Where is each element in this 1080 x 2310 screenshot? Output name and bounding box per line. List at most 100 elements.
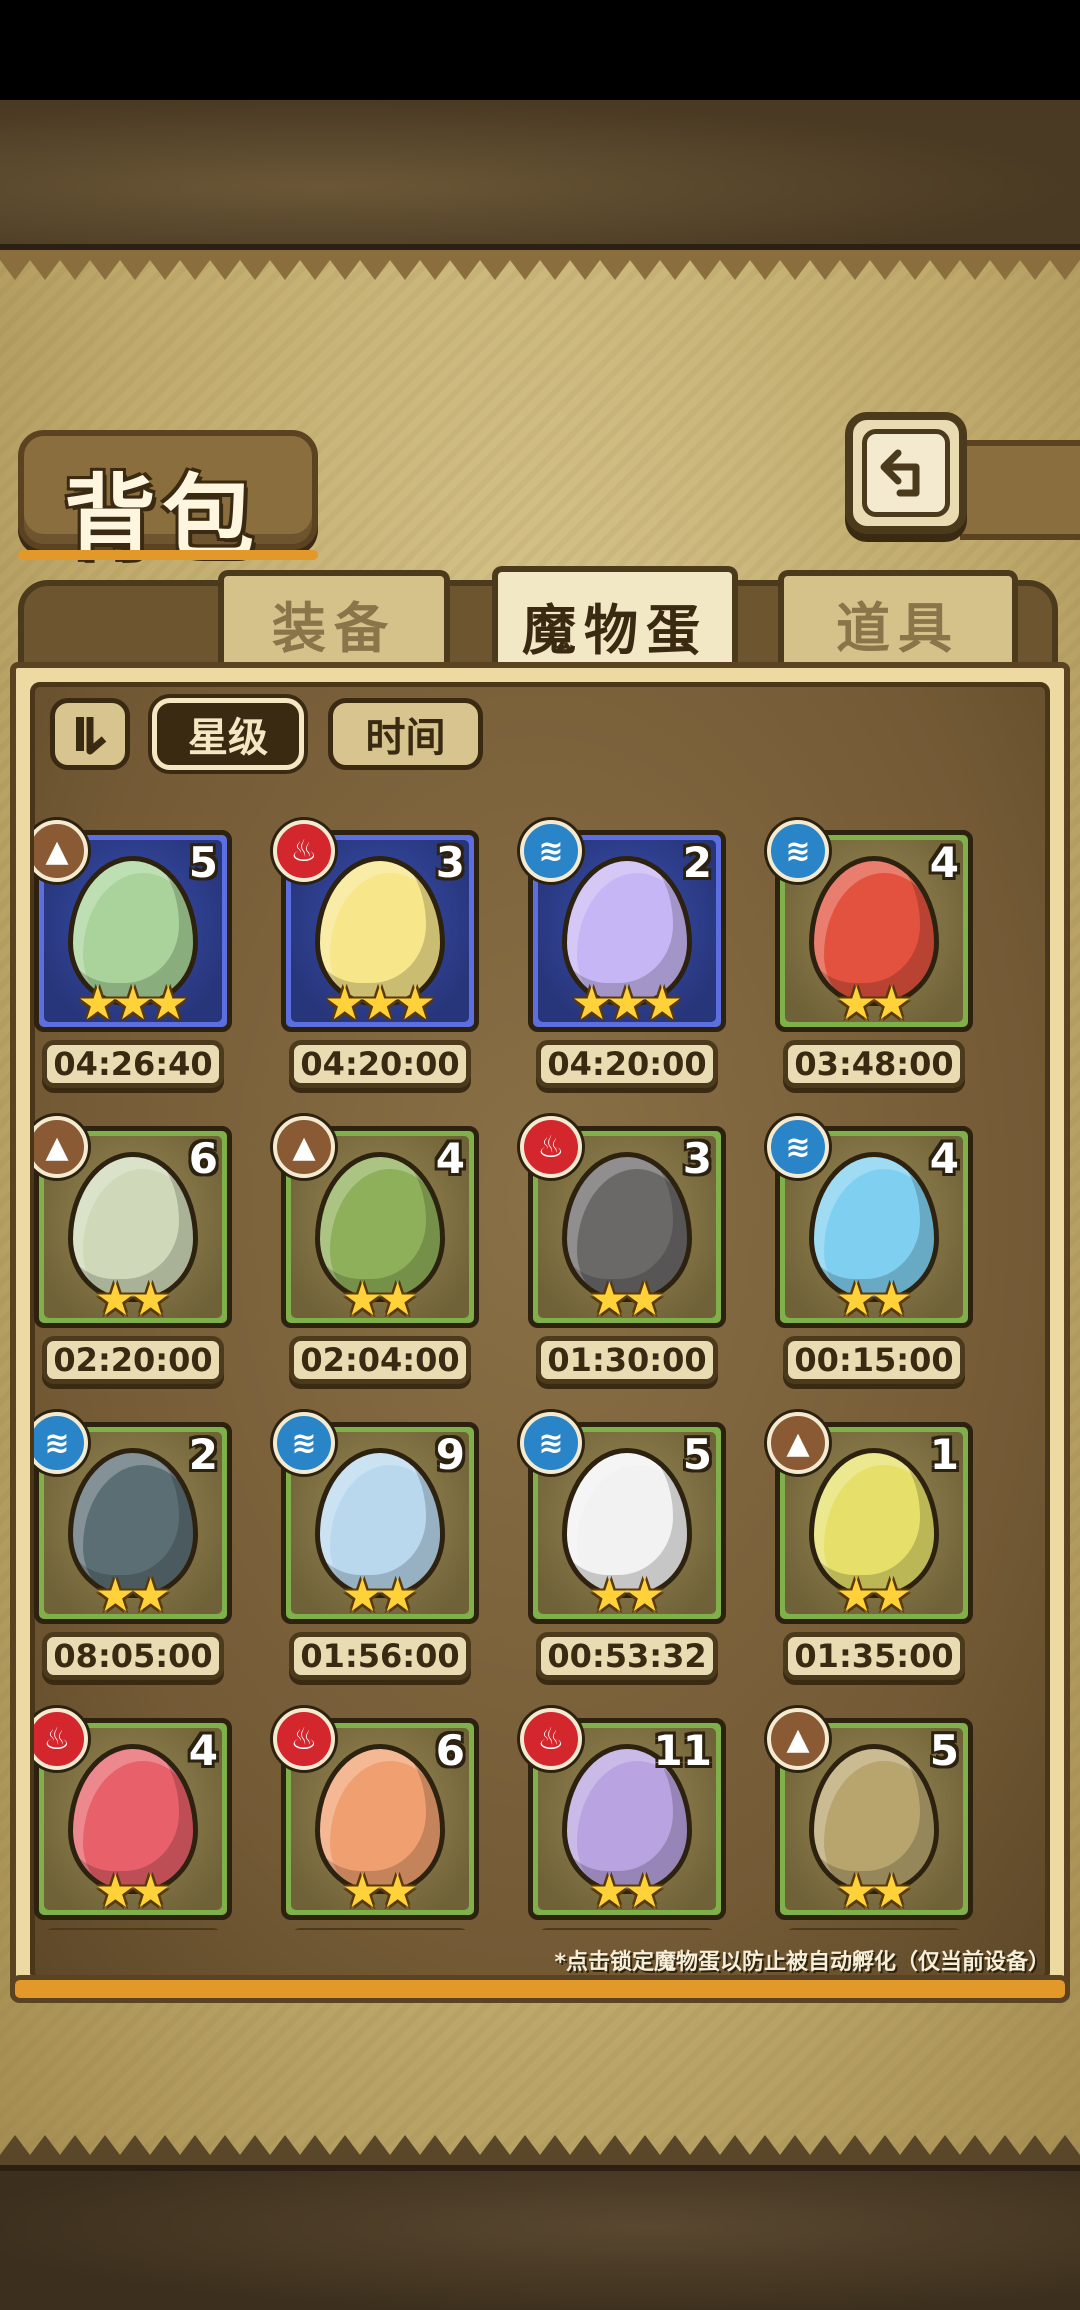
footer-note: *点击锁定魔物蛋以防止被自动孵化（仅当前设备） — [554, 1950, 1050, 1975]
tab-label: 装备 — [272, 596, 396, 660]
star-rating: ★ ★ ★ — [34, 980, 232, 1026]
star-rating: ★ ★ — [281, 1868, 479, 1914]
egg-card[interactable]: 5 ★ ★ ≋ 00:53:32 — [520, 1412, 726, 1712]
title-banner: 背包 — [18, 430, 318, 572]
sort-toggle-button[interactable] — [50, 698, 130, 770]
egg-count: 9 — [435, 1430, 465, 1479]
egg-count: 4 — [929, 838, 959, 887]
sort-by-star-button[interactable]: 星级 — [152, 698, 304, 770]
star-icon: ★ — [871, 1864, 913, 1918]
egg-count: 4 — [435, 1134, 465, 1183]
star-icon: ★ — [130, 1864, 172, 1918]
star-icon: ★ — [147, 976, 189, 1030]
hatch-timer: 08:05:00 — [42, 1632, 224, 1680]
egg-card[interactable]: 6 ★ ★ ▲ 02:20:00 — [34, 1116, 232, 1416]
star-rating: ★ ★ — [281, 1276, 479, 1322]
back-button[interactable] — [845, 412, 967, 534]
egg-card[interactable]: 2 ★ ★ ★ ≋ 04:20:00 — [520, 820, 726, 1120]
egg-count: 3 — [682, 1134, 712, 1183]
hatch-timer: 00:53:32 — [536, 1632, 718, 1680]
star-icon: ★ — [624, 1568, 666, 1622]
star-rating: ★ ★ — [775, 1868, 973, 1914]
star-rating: ★ ★ — [775, 1572, 973, 1618]
zigzag-border-top — [0, 250, 1080, 280]
egg-count: 5 — [929, 1726, 959, 1775]
fire-element-icon: ♨ — [520, 1116, 582, 1178]
tab-equipment[interactable]: 装备 — [218, 570, 450, 670]
hatch-timer: 03:48:00 — [783, 1040, 965, 1088]
star-rating: ★ ★ — [34, 1868, 232, 1914]
egg-card[interactable]: 4 ★ ★ ▲ 02:04:00 — [273, 1116, 479, 1416]
star-rating: ★ ★ ★ — [528, 980, 726, 1026]
hatch-timer: 04:20:00 — [289, 1040, 471, 1088]
water-element-icon: ≋ — [520, 820, 582, 882]
hatch-timer: 02:04:00 — [289, 1336, 471, 1384]
star-icon: ★ — [130, 1568, 172, 1622]
zigzag-border-bottom — [0, 2135, 1080, 2165]
hatch-timer: 04:20:00 — [536, 1040, 718, 1088]
hatch-timer: 02:20:00 — [42, 1336, 224, 1384]
star-rating: ★ ★ — [528, 1868, 726, 1914]
tab-items[interactable]: 道具 — [778, 570, 1018, 670]
fire-element-icon: ♨ — [520, 1708, 582, 1770]
earth-element-icon: ▲ — [767, 1412, 829, 1474]
fire-element-icon: ♨ — [273, 1708, 335, 1770]
egg-card[interactable]: 2 ★ ★ ≋ 08:05:00 — [34, 1412, 232, 1712]
tab-label: 魔物蛋 — [522, 598, 708, 662]
water-element-icon: ≋ — [767, 820, 829, 882]
sort-by-time-button[interactable]: 时间 — [328, 698, 483, 770]
egg-card[interactable]: 3 ★ ★ ♨ 01:30:00 — [520, 1116, 726, 1416]
egg-card[interactable]: 11 ★ ★ ♨ — [520, 1708, 726, 1930]
egg-count: 11 — [653, 1726, 712, 1775]
map-background-bottom — [0, 2165, 1080, 2310]
tab-label: 道具 — [836, 596, 960, 660]
egg-card[interactable]: 9 ★ ★ ≋ 01:56:00 — [273, 1412, 479, 1712]
star-icon: ★ — [394, 976, 436, 1030]
star-rating: ★ ★ — [528, 1572, 726, 1618]
hatch-timer — [289, 1928, 471, 1930]
fire-element-icon: ♨ — [273, 820, 335, 882]
egg-card[interactable]: 3 ★ ★ ★ ♨ 04:20:00 — [273, 820, 479, 1120]
hatch-timer: 00:15:00 — [783, 1336, 965, 1384]
egg-count: 6 — [435, 1726, 465, 1775]
star-icon: ★ — [130, 1272, 172, 1326]
egg-count: 2 — [682, 838, 712, 887]
star-icon: ★ — [624, 1272, 666, 1326]
egg-count: 5 — [188, 838, 218, 887]
panel-bottom-rail — [10, 1975, 1070, 2003]
star-icon: ★ — [377, 1272, 419, 1326]
egg-card[interactable]: 4 ★ ★ ≋ 00:15:00 — [767, 1116, 973, 1416]
egg-card[interactable]: 5 ★ ★ ★ ▲ 04:26:40 — [34, 820, 232, 1120]
back-arrow-icon — [880, 449, 920, 497]
egg-card[interactable]: 5 ★ ★ ▲ — [767, 1708, 973, 1930]
hatch-timer: 04:26:40 — [42, 1040, 224, 1088]
earth-element-icon: ▲ — [273, 1116, 335, 1178]
egg-count: 4 — [929, 1134, 959, 1183]
egg-count: 4 — [188, 1726, 218, 1775]
star-rating: ★ ★ — [34, 1572, 232, 1618]
hatch-timer: 01:30:00 — [536, 1336, 718, 1384]
water-element-icon: ≋ — [520, 1412, 582, 1474]
star-rating: ★ ★ — [281, 1572, 479, 1618]
egg-count: 3 — [435, 838, 465, 887]
egg-count: 5 — [682, 1430, 712, 1479]
egg-card[interactable]: 1 ★ ★ ▲ 01:35:00 — [767, 1412, 973, 1712]
star-rating: ★ ★ — [34, 1276, 232, 1322]
star-icon: ★ — [624, 1864, 666, 1918]
egg-card[interactable]: 4 ★ ★ ≋ 03:48:00 — [767, 820, 973, 1120]
page-title: 背包 — [64, 465, 261, 572]
egg-card[interactable]: 6 ★ ★ ♨ — [273, 1708, 479, 1930]
egg-count: 6 — [188, 1134, 218, 1183]
egg-grid: 5 ★ ★ ★ ▲ 04:26:40 3 ★ ★ ★ ♨ 04:20:00 2 ★ ★ ★ ≋ 04:20:00 4… — [34, 790, 1044, 1930]
star-icon: ★ — [377, 1568, 419, 1622]
hatch-timer — [42, 1928, 224, 1930]
hatch-timer: 01:56:00 — [289, 1632, 471, 1680]
hatch-timer: 01:35:00 — [783, 1632, 965, 1680]
star-rating: ★ ★ — [528, 1276, 726, 1322]
star-icon: ★ — [871, 1272, 913, 1326]
status-bar — [0, 0, 1080, 100]
back-rail — [960, 440, 1080, 540]
hatch-timer — [783, 1928, 965, 1930]
star-rating: ★ ★ — [775, 1276, 973, 1322]
egg-card[interactable]: 4 ★ ★ ♨ — [34, 1708, 232, 1930]
